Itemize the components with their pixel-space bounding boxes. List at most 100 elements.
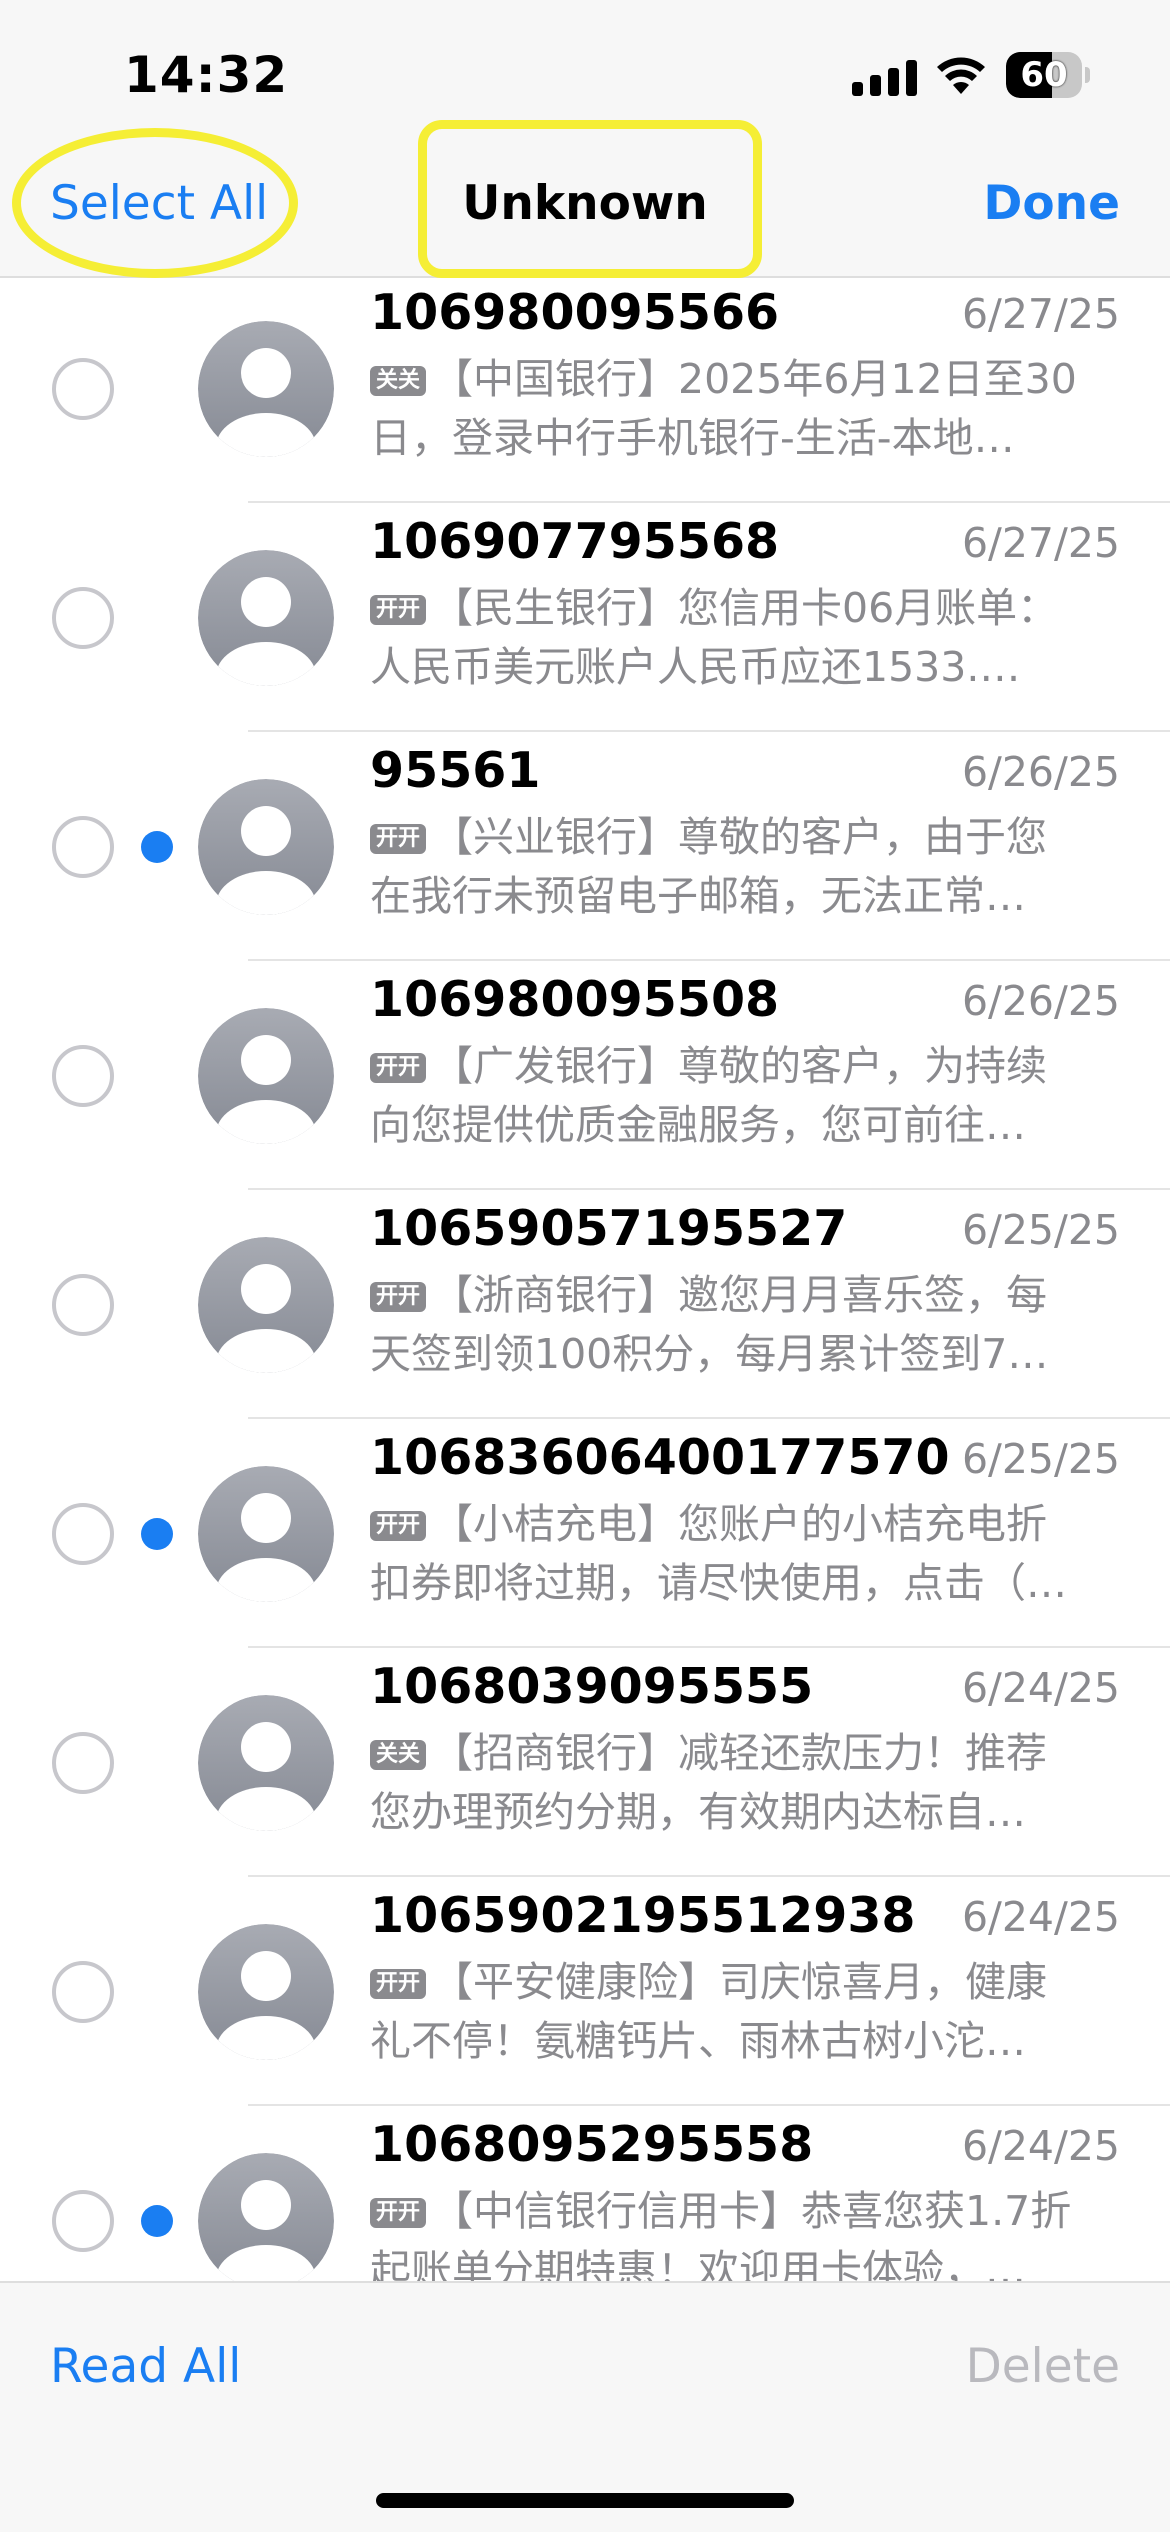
sender-name: 10659057195527	[370, 1200, 848, 1257]
preview-line-2: 向您提供优质金融服务，您可前往…	[370, 1101, 1026, 1149]
select-circle[interactable]	[52, 1732, 114, 1794]
message-date: 6/27/25	[961, 290, 1120, 338]
battery-nub	[1085, 67, 1090, 83]
sender-name: 1068095295558	[370, 2116, 814, 2173]
message-row[interactable]: 106980095566 6/27/25 关关 【中国银行】2025年6月12日至30…	[0, 276, 1170, 503]
message-row[interactable]: 106980095508 6/26/25 开开 【广发银行】尊敬的客户，为持续向您提供…	[0, 961, 1170, 1190]
preview-text-1: 【中信银行信用卡】恭喜您获1.7折	[432, 2187, 1072, 2235]
preview-line-2: 在我行未预留电子邮箱，无法正常…	[370, 872, 1026, 920]
message-date: 6/26/25	[961, 748, 1120, 796]
avatar	[198, 1695, 334, 1831]
select-circle[interactable]	[52, 2190, 114, 2252]
avatar	[198, 1237, 334, 1373]
preview-line-1: 关关 【中国银行】2025年6月12日至30	[370, 350, 1120, 409]
message-row[interactable]: 1068095295558 6/24/25 开开 【中信银行信用卡】恭喜您获1.7折起…	[0, 2106, 1170, 2281]
preview-line-1: 开开 【平安健康险】司庆惊喜月，健康	[370, 1953, 1120, 2012]
preview-line-2: 日，登录中行手机银行-生活-本地…	[370, 414, 1015, 462]
filter-badge: 开开	[370, 1053, 427, 1083]
preview-line-2: 起账单分期特惠！欢迎用卡体验，…	[370, 2246, 1026, 2281]
person-icon	[198, 321, 334, 457]
preview-line-2: 天签到领100积分，每月累计签到7…	[370, 1330, 1049, 1378]
select-circle[interactable]	[52, 358, 114, 420]
preview-line-2: 您办理预约分期，有效期内达标自…	[370, 1788, 1026, 1836]
battery-body: 60	[1006, 52, 1082, 98]
filter-badge: 开开	[370, 824, 427, 854]
message-row[interactable]: 106907795568 6/27/25 开开 【民生银行】您信用卡06月账单： 人民币…	[0, 503, 1170, 732]
sender-name: 106980095508	[370, 971, 780, 1028]
preview-text-1: 【招商银行】减轻还款压力！推荐	[432, 1729, 1048, 1777]
person-icon	[198, 2153, 334, 2281]
preview-line-1: 开开 【民生银行】您信用卡06月账单：	[370, 579, 1120, 638]
preview-line-1: 关关 【招商银行】减轻还款压力！推荐	[370, 1724, 1120, 1783]
select-circle[interactable]	[52, 1274, 114, 1336]
unread-dot-icon	[141, 2205, 173, 2237]
person-icon	[198, 1695, 334, 1831]
person-icon	[198, 779, 334, 915]
select-circle[interactable]	[52, 1503, 114, 1565]
preview-text-1: 【广发银行】尊敬的客户，为持续	[432, 1042, 1048, 1090]
preview-line-1: 开开 【广发银行】尊敬的客户，为持续	[370, 1037, 1120, 1096]
preview-line-2: 礼不停！氨糖钙片、雨林古树小沱…	[370, 2017, 1026, 2065]
message-preview: 开开 【广发银行】尊敬的客户，为持续向您提供优质金融服务，您可前往…	[370, 1037, 1120, 1155]
message-preview: 开开 【浙商银行】邀您月月喜乐签，每天签到领100积分，每月累计签到7…	[370, 1266, 1120, 1384]
avatar	[198, 779, 334, 915]
filter-badge: 关关	[370, 366, 427, 396]
person-icon	[198, 1924, 334, 2060]
sender-name: 1068039095555	[370, 1658, 814, 1715]
preview-text-1: 【中国银行】2025年6月12日至30	[432, 355, 1077, 403]
avatar	[198, 321, 334, 457]
preview-text-1: 【浙商银行】邀您月月喜乐签，每	[432, 1271, 1048, 1319]
filter-badge: 开开	[370, 1282, 427, 1312]
message-date: 6/25/25	[961, 1435, 1120, 1483]
preview-text-1: 【平安健康险】司庆惊喜月，健康	[432, 1958, 1048, 2006]
person-icon	[198, 1008, 334, 1144]
bottom-toolbar: Read All Delete	[0, 2281, 1170, 2532]
message-preview: 开开 【中信银行信用卡】恭喜您获1.7折起账单分期特惠！欢迎用卡体验，…	[370, 2182, 1120, 2281]
battery-level: 60	[1020, 55, 1068, 95]
sender-name: 10683606400177570	[370, 1429, 950, 1486]
select-all-button[interactable]: Select All	[50, 176, 268, 231]
unread-dot-icon	[141, 1518, 173, 1550]
select-circle[interactable]	[52, 587, 114, 649]
message-date: 6/24/25	[961, 1664, 1120, 1712]
message-row[interactable]: 95561 6/26/25 开开 【兴业银行】尊敬的客户，由于您 在我行未预留电子邮箱，…	[0, 732, 1170, 961]
person-icon	[198, 1237, 334, 1373]
cellular-signal-icon	[852, 60, 917, 96]
filter-badge: 开开	[370, 1969, 427, 1999]
message-preview: 关关 【招商银行】减轻还款压力！推荐您办理预约分期，有效期内达标自…	[370, 1724, 1120, 1842]
select-circle[interactable]	[52, 1961, 114, 2023]
message-date: 6/27/25	[961, 519, 1120, 567]
delete-button[interactable]: Delete	[966, 2339, 1120, 2394]
person-icon	[198, 1466, 334, 1602]
person-icon	[198, 550, 334, 686]
select-circle[interactable]	[52, 1045, 114, 1107]
preview-text-1: 【小桔充电】您账户的小桔充电折	[432, 1500, 1048, 1548]
avatar	[198, 1008, 334, 1144]
message-row[interactable]: 1065902195512938 6/24/25 开开 【平安健康险】司庆惊喜月，健康…	[0, 1877, 1170, 2106]
avatar	[198, 1924, 334, 2060]
message-preview: 开开 【兴业银行】尊敬的客户，由于您 在我行未预留电子邮箱，无法正常…	[370, 808, 1120, 926]
message-row[interactable]: 1068039095555 6/24/25 关关 【招商银行】减轻还款压力！推荐您办理…	[0, 1648, 1170, 1877]
home-indicator	[376, 2493, 794, 2508]
message-date: 6/24/25	[961, 2122, 1120, 2170]
preview-line-1: 开开 【中信银行信用卡】恭喜您获1.7折	[370, 2182, 1120, 2241]
message-list[interactable]: 106980095566 6/27/25 关关 【中国银行】2025年6月12日至30…	[0, 276, 1170, 2281]
message-row[interactable]: 10683606400177570 6/25/25 开开 【小桔充电】您账户的小桔充电…	[0, 1419, 1170, 1648]
message-preview: 关关 【中国银行】2025年6月12日至30 日，登录中行手机银行-生活-本地…	[370, 350, 1120, 468]
message-preview: 开开 【平安健康险】司庆惊喜月，健康礼不停！氨糖钙片、雨林古树小沱…	[370, 1953, 1120, 2071]
read-all-button[interactable]: Read All	[50, 2339, 241, 2394]
message-date: 6/26/25	[961, 977, 1120, 1025]
filter-badge: 开开	[370, 2198, 427, 2228]
message-row[interactable]: 10659057195527 6/25/25 开开 【浙商银行】邀您月月喜乐签，每 天签…	[0, 1190, 1170, 1419]
status-time: 14:32	[124, 46, 289, 104]
message-preview: 开开 【小桔充电】您账户的小桔充电折 扣券即将过期，请尽快使用，点击（…	[370, 1495, 1120, 1613]
sender-name: 106980095566	[370, 284, 780, 341]
select-circle[interactable]	[52, 816, 114, 878]
message-preview: 开开 【民生银行】您信用卡06月账单： 人民币美元账户人民币应还1533.…	[370, 579, 1120, 697]
preview-text-1: 【民生银行】您信用卡06月账单：	[432, 584, 1059, 632]
preview-line-1: 开开 【浙商银行】邀您月月喜乐签，每	[370, 1266, 1120, 1325]
preview-line-1: 开开 【小桔充电】您账户的小桔充电折	[370, 1495, 1120, 1554]
filter-badge: 开开	[370, 1511, 427, 1541]
wifi-icon	[937, 57, 985, 94]
done-button[interactable]: Done	[983, 176, 1120, 231]
